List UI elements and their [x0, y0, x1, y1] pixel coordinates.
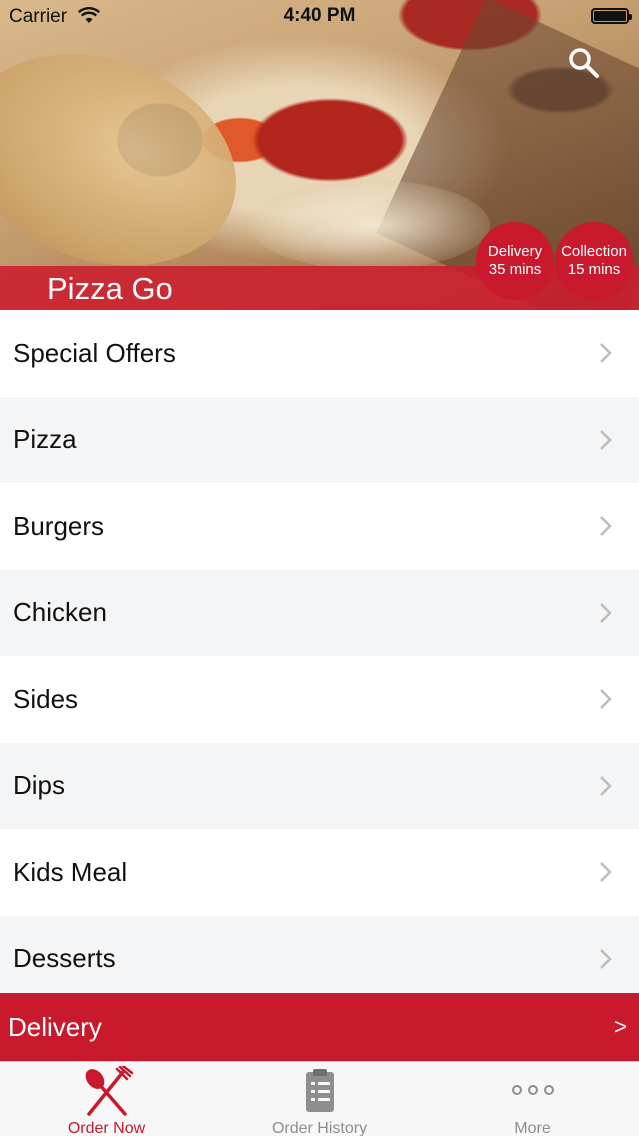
cheese-graphic [250, 180, 490, 270]
chevron-right-icon [600, 948, 612, 969]
collection-badge-time: 15 mins [567, 261, 621, 278]
menu-item-dips[interactable]: Dips [0, 742, 639, 829]
menu-item-label: Sides [13, 683, 79, 714]
order-type-arrow: > [614, 1014, 627, 1039]
delivery-time-badge: Delivery 35 mins [476, 222, 554, 300]
menu-item-desserts[interactable]: Desserts [0, 915, 639, 1002]
menu-item-special-offers[interactable]: Special Offers [0, 310, 639, 397]
tab-order-now[interactable]: Order Now [0, 1062, 213, 1136]
tab-label: Order Now [67, 1120, 146, 1136]
delivery-badge-label: Delivery [487, 243, 543, 260]
chevron-right-icon [600, 689, 612, 710]
pizza-crust-graphic [0, 18, 266, 302]
tab-order-history[interactable]: Order History [213, 1062, 426, 1136]
menu-item-label: Desserts [13, 943, 116, 974]
clock: 4:40 PM [283, 5, 356, 26]
menu-item-chicken[interactable]: Chicken [0, 569, 639, 656]
search-icon[interactable] [567, 46, 601, 80]
chevron-right-icon [600, 343, 612, 364]
chevron-right-icon [600, 862, 612, 883]
menu-item-pizza[interactable]: Pizza [0, 396, 639, 483]
chevron-right-icon [600, 429, 612, 450]
chevron-right-icon [600, 775, 612, 796]
collection-badge-label: Collection [561, 243, 627, 260]
menu-item-label: Burgers [13, 510, 105, 541]
tab-more[interactable]: More [426, 1062, 639, 1136]
chevron-right-icon [600, 602, 612, 623]
more-dots-icon [511, 1085, 554, 1095]
clipboard-icon [305, 1069, 334, 1112]
menu-item-label: Special Offers [13, 337, 176, 368]
chevron-right-icon [600, 516, 612, 537]
menu-item-label: Chicken [13, 597, 107, 628]
menu-item-label: Pizza [13, 424, 77, 455]
tab-label: Order History [271, 1120, 368, 1136]
menu-item-label: Kids Meal [13, 856, 128, 887]
delivery-badge-time: 35 mins [488, 261, 542, 278]
status-bar: Carrier 4:40 PM [0, 0, 639, 34]
menu-category-list: Special Offers Pizza Burgers Chicken Sid… [0, 310, 639, 1002]
restaurant-name: Pizza Go [47, 271, 173, 306]
order-type-button[interactable]: Delivery > [0, 993, 639, 1061]
collection-time-badge: Collection 15 mins [555, 222, 633, 300]
menu-item-burgers[interactable]: Burgers [0, 483, 639, 570]
menu-item-sides[interactable]: Sides [0, 656, 639, 743]
battery-icon [591, 8, 632, 24]
fork-knife-icon [85, 1066, 133, 1116]
menu-item-label: Dips [13, 770, 66, 801]
tab-label: More [514, 1120, 551, 1136]
menu-item-kids-meal[interactable]: Kids Meal [0, 829, 639, 916]
order-type-label: Delivery [8, 1011, 102, 1042]
tab-bar: Order Now Order History More [0, 1061, 639, 1136]
